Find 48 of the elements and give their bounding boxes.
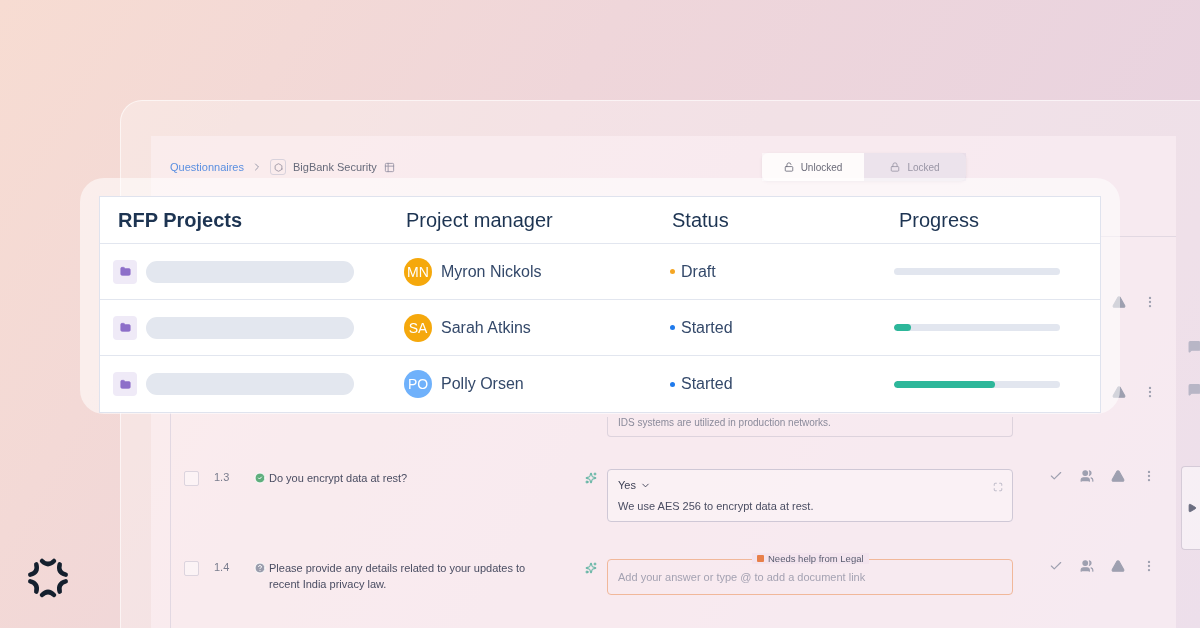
question-number: 1.4 [214, 561, 231, 573]
warning-icon[interactable] [1111, 559, 1125, 573]
status-text: Started [681, 318, 733, 337]
check-icon[interactable] [1049, 469, 1063, 483]
answer-box[interactable]: Yes We use AES 256 to encrypt data at rest. [607, 469, 1013, 522]
question-text: Do you encrypt data at rest? [269, 471, 409, 486]
comment-icon[interactable] [1188, 340, 1200, 353]
folder-icon [113, 259, 137, 284]
avatar: PO [404, 370, 432, 398]
answer-text: We use AES 256 to encrypt data at rest. [618, 500, 815, 512]
expand-icon[interactable] [993, 482, 1003, 492]
question-number: 1.3 [214, 471, 231, 483]
unlocked-padlock-icon [783, 162, 794, 172]
starburst-logo-icon [27, 557, 69, 599]
play-icon [1186, 503, 1197, 513]
answer-box[interactable]: IDS systems are utilized in production networks. [607, 417, 1013, 437]
status-text: Draft [681, 262, 716, 281]
avatar: SA [404, 313, 432, 342]
sparkle-icon[interactable] [585, 472, 597, 484]
comment-icon[interactable] [1188, 383, 1200, 396]
column-header: Progress [898, 208, 981, 232]
folder-icon [113, 372, 137, 396]
manager-name: Myron Nickols [441, 262, 542, 281]
avatar: MN [404, 257, 432, 286]
breadcrumb-link[interactable]: Questionnaires [170, 161, 244, 173]
column-header: Status [671, 208, 730, 232]
breadcrumb-current: BigBank Security [293, 161, 377, 173]
row-checkbox[interactable] [184, 561, 199, 576]
people-icon[interactable] [1080, 559, 1094, 573]
warning-icon[interactable] [1112, 385, 1126, 399]
check-icon[interactable] [1049, 559, 1063, 573]
answer-dropdown[interactable]: Yes [618, 479, 1002, 491]
warning-icon[interactable] [1112, 295, 1126, 309]
padlock-icon [890, 162, 901, 172]
side-panel-tab[interactable] [1181, 466, 1200, 550]
manager-name: Sarah Atkins [441, 318, 531, 337]
people-icon[interactable] [1080, 469, 1094, 483]
status-text: Started [681, 375, 733, 393]
column-header: Project manager [405, 208, 554, 232]
question-text: Please provide any details related to your updates to recent India privacy law. [269, 561, 527, 592]
folder-icon [113, 315, 137, 340]
column-header: RFP Projects [117, 208, 244, 232]
row-checkbox[interactable] [184, 471, 199, 486]
manager-name: Polly Orsen [441, 375, 524, 393]
table-icon[interactable] [383, 161, 395, 173]
warning-icon[interactable] [1111, 469, 1125, 483]
lock-toggle-option[interactable]: Unlocked [762, 153, 864, 181]
sparkle-icon[interactable] [585, 562, 597, 574]
